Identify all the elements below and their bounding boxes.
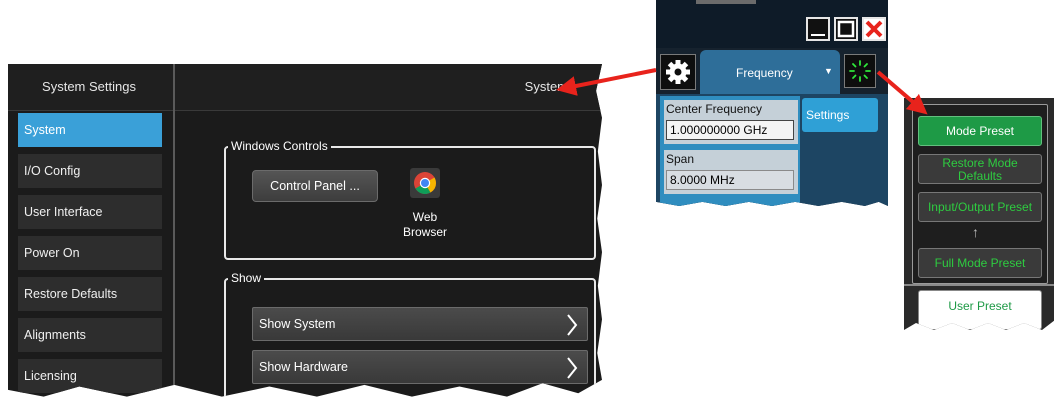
callout-arrows	[556, 68, 928, 115]
red-arrow-icon	[876, 70, 928, 115]
red-arrow-icon	[556, 68, 657, 96]
